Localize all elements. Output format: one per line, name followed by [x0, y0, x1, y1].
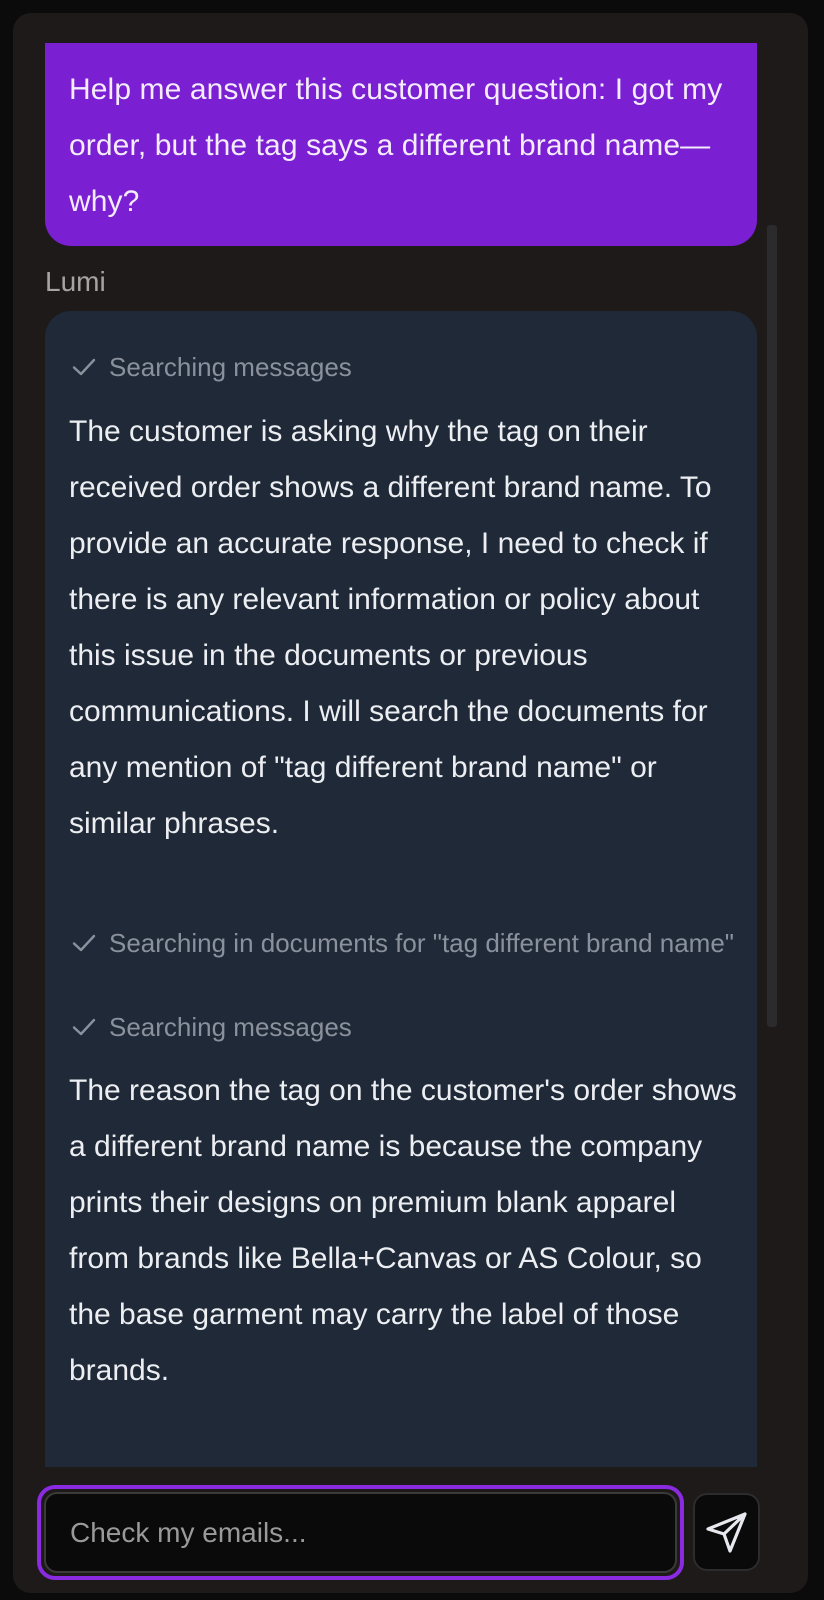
assistant-message: Searching messages The customer is askin… [45, 311, 757, 1467]
assistant-name: Lumi [45, 266, 106, 297]
assistant-reasoning-text: The customer is asking why the tag on th… [69, 415, 712, 840]
thread-scrollbar[interactable] [767, 225, 777, 1027]
tool-step-label: Searching messages [109, 352, 352, 382]
tool-step-label: Searching messages [109, 1012, 352, 1042]
send-button[interactable] [693, 1493, 760, 1571]
message-input-focus-ring [37, 1485, 684, 1580]
check-icon [69, 928, 99, 958]
chat-window: Help me answer this customer question: I… [13, 13, 808, 1593]
composer [13, 1467, 808, 1593]
check-icon [69, 1012, 99, 1042]
tool-step-search-documents: Searching in documents for "tag differen… [69, 923, 739, 963]
tool-step-search-messages: Searching messages [69, 347, 352, 387]
assistant-answer-text: The reason the tag on the customer's ord… [69, 1074, 737, 1387]
message-input[interactable] [44, 1492, 677, 1573]
message-thread[interactable]: Help me answer this customer question: I… [13, 13, 808, 1467]
tool-step-label: Searching in documents for "tag differen… [109, 928, 735, 958]
check-icon [69, 352, 99, 382]
user-message: Help me answer this customer question: I… [45, 43, 757, 246]
tool-step-search-messages: Searching messages [69, 1007, 352, 1047]
send-icon [705, 1512, 747, 1553]
